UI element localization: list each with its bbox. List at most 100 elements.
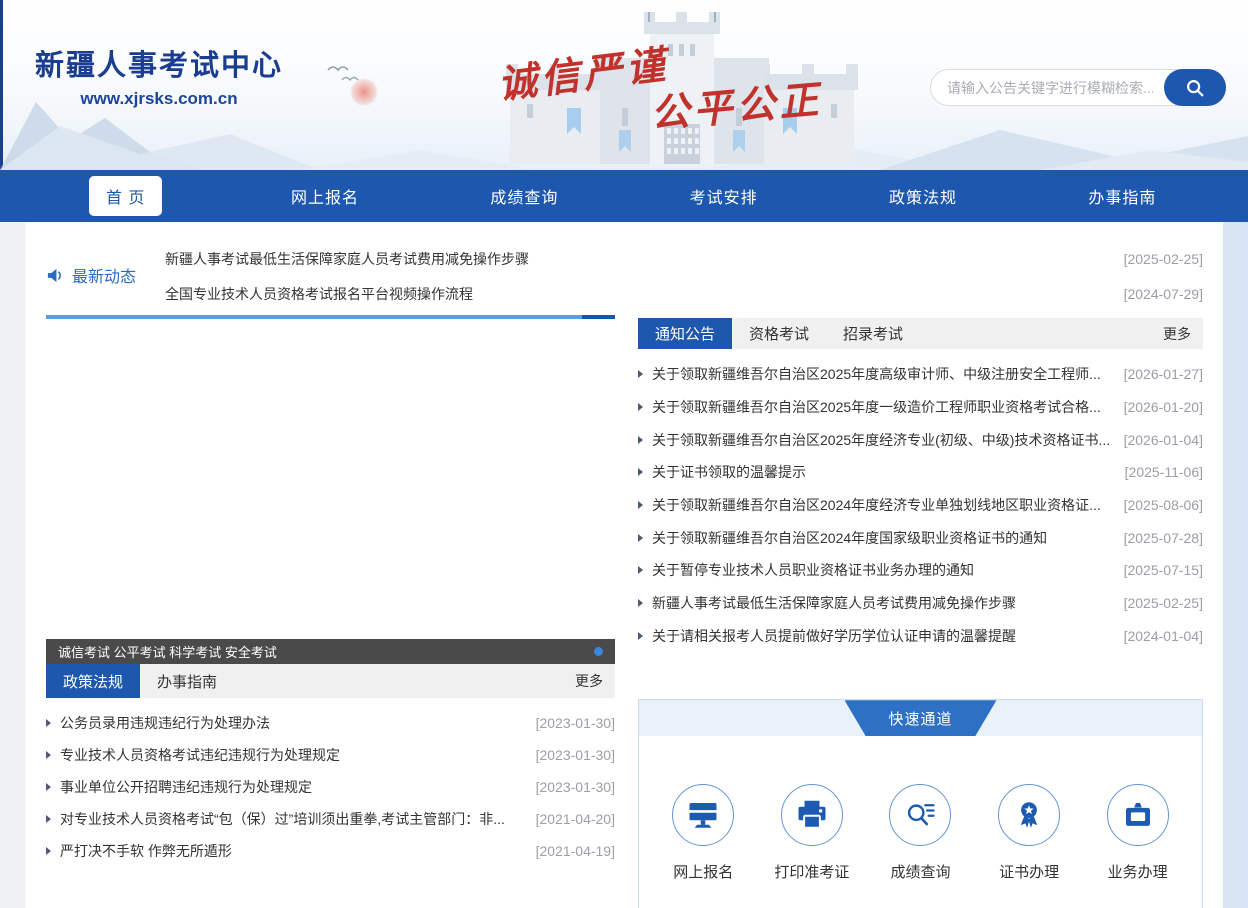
quick-item-print-admission-ticket[interactable]: 打印准考证 [758,784,867,882]
news-item: 新疆人事考试最低生活保障家庭人员考试费用减免操作步骤 [2025-02-25] [165,241,1203,276]
list-item: 关于领取新疆维吾尔自治区2025年度高级审计师、中级注册安全工程师... [20… [638,358,1203,391]
notice-link[interactable]: 关于领取新疆维吾尔自治区2024年度经济专业单独划线地区职业资格证... [652,495,1124,515]
nav-item-exam-schedule[interactable]: 考试安排 [690,184,758,208]
bullet-triangle-icon [638,403,643,411]
bullet-triangle-icon [46,751,51,759]
icon-circle [1107,784,1169,846]
search-icon [1184,77,1206,99]
site-url: www.xjrsks.com.cn [35,89,283,109]
quick-item-certificate-services[interactable]: 证书办理 [975,784,1084,882]
bullet-triangle-icon [638,566,643,574]
notice-link[interactable]: 关于请相关报考人员提前做好学历学位认证申请的温馨提醒 [652,626,1124,646]
list-item: 事业单位公开招聘违纪违规行为处理规定 [2023-01-30] [46,771,615,803]
bullet-triangle-icon [638,468,643,476]
notice-link[interactable]: 关于领取新疆维吾尔自治区2025年度一级造价工程师职业资格考试合格... [652,397,1124,417]
nav-item-service-guide[interactable]: 办事指南 [1088,184,1156,208]
quick-item-online-registration[interactable]: 网上报名 [649,784,758,882]
quick-channel-header: 快速通道 [639,700,1202,736]
bullet-triangle-icon [46,719,51,727]
bullet-triangle-icon [46,815,51,823]
carousel-caption: 诚信考试 公平考试 科学考试 安全考试 [58,642,277,661]
notice-date: [2025-02-25] [1124,595,1203,611]
policy-date: [2023-01-30] [536,715,615,731]
news-item: 全国专业技术人员资格考试报名平台视频操作流程 [2024-07-29] [165,276,1203,311]
notice-link[interactable]: 新疆人事考试最低生活保障家庭人员考试费用减免操作步骤 [652,593,1124,613]
policies-more-link[interactable]: 更多 [575,664,615,698]
nav-item-score-query[interactable]: 成绩查询 [490,184,558,208]
bullet-triangle-icon [638,370,643,378]
latest-news-title: 最新动态 [72,263,136,287]
list-item: 新疆人事考试最低生活保障家庭人员考试费用减免操作步骤 [2025-02-25] [638,587,1203,620]
bullet-triangle-icon [638,632,643,640]
list-item: 关于领取新疆维吾尔自治区2024年度经济专业单独划线地区职业资格证... [20… [638,489,1203,522]
search-button[interactable] [1164,69,1226,106]
quick-channel-panel: 快速通道 网上报名 [638,699,1203,908]
quick-item-label: 证书办理 [999,861,1059,882]
notices-more-link[interactable]: 更多 [1163,318,1203,349]
icon-circle [998,784,1060,846]
policies-tabbar: 政策法规 办事指南 更多 [46,664,615,698]
notice-link[interactable]: 关于暂停专业技术人员职业资格证书业务办理的通知 [652,560,1124,580]
policies-list: 公务员录用违规违纪行为处理办法 [2023-01-30] 专业技术人员资格考试违… [46,707,615,867]
tab-qualification-exams[interactable]: 资格考试 [732,318,826,349]
quick-item-score-query[interactable]: 成绩查询 [866,784,975,882]
list-item: 对专业技术人员资格考试“包（保）过”培训须出重拳,考试主管部门：非... [20… [46,803,615,835]
notices-list: 关于领取新疆维吾尔自治区2025年度高级审计师、中级注册安全工程师... [20… [638,358,1203,652]
notice-date: [2024-01-04] [1124,628,1203,644]
notices-tabbar: 通知公告 资格考试 招录考试 更多 [638,318,1203,349]
bullet-triangle-icon [46,783,51,791]
nav-item-policies[interactable]: 政策法规 [889,184,957,208]
policy-link[interactable]: 严打决不手软 作弊无所遁形 [60,841,536,861]
news-link[interactable]: 新疆人事考试最低生活保障家庭人员考试费用减免操作步骤 [165,249,1124,269]
tab-recruitment-exams[interactable]: 招录考试 [826,318,920,349]
latest-news-section: 最新动态 新疆人事考试最低生活保障家庭人员考试费用减免操作步骤 [2025-02… [46,222,1203,315]
quick-item-label: 打印准考证 [774,861,849,882]
list-item: 关于领取新疆维吾尔自治区2024年度国家级职业资格证书的通知 [2025-07-… [638,521,1203,554]
list-item: 关于请相关报考人员提前做好学历学位认证申请的温馨提醒 [2024-01-04] [638,620,1203,653]
notice-date: [2025-07-15] [1124,562,1203,578]
quick-item-label: 业务办理 [1108,861,1168,882]
search-box [930,69,1226,106]
list-item: 严打决不手软 作弊无所遁形 [2021-04-19] [46,835,615,867]
speaker-icon [46,266,65,285]
bullet-triangle-icon [638,599,643,607]
sun-decoration [350,78,378,106]
bullet-triangle-icon [46,847,51,855]
site-title: 新疆人事考试中心 [35,42,283,84]
list-item: 关于证书领取的温馨提示 [2025-11-06] [638,456,1203,489]
quick-channel-items: 网上报名 打印准考证 [639,784,1202,882]
quick-item-business-services[interactable]: 业务办理 [1083,784,1192,882]
site-logo: 新疆人事考试中心 www.xjrsks.com.cn [35,42,283,109]
policy-link[interactable]: 专业技术人员资格考试违纪违规行为处理规定 [60,745,536,765]
notice-link[interactable]: 关于领取新疆维吾尔自治区2025年度高级审计师、中级注册安全工程师... [652,364,1124,384]
policy-link[interactable]: 对专业技术人员资格考试“包（保）过”培训须出重拳,考试主管部门：非... [60,809,536,829]
list-item: 专业技术人员资格考试违纪违规行为处理规定 [2023-01-30] [46,739,615,771]
tab-notices[interactable]: 通知公告 [638,318,732,349]
quick-channel-title: 快速通道 [845,700,997,736]
carousel[interactable]: 诚信考试 公平考试 科学考试 安全考试 [46,319,615,664]
notice-link[interactable]: 关于领取新疆维吾尔自治区2024年度国家级职业资格证书的通知 [652,528,1124,548]
notice-link[interactable]: 关于证书领取的温馨提示 [652,462,1125,482]
policy-link[interactable]: 事业单位公开招聘违纪违规行为处理规定 [60,777,536,797]
policy-date: [2021-04-20] [536,811,615,827]
policy-link[interactable]: 公务员录用违规违纪行为处理办法 [60,713,536,733]
nav-item-online-registration[interactable]: 网上报名 [291,184,359,208]
quick-item-label: 成绩查询 [890,861,950,882]
notice-link[interactable]: 关于领取新疆维吾尔自治区2025年度经济专业(初级、中级)技术资格证书... [652,430,1124,450]
icon-circle [889,784,951,846]
right-column: 通知公告 资格考试 招录考试 更多 关于领取新疆维吾尔自治区2025年度高级审计… [638,315,1203,908]
news-link[interactable]: 全国专业技术人员资格考试报名平台视频操作流程 [165,284,1124,304]
bullet-triangle-icon [638,534,643,542]
carousel-dot-indicator[interactable] [594,647,603,656]
policy-date: [2023-01-30] [536,747,615,763]
list-item: 关于暂停专业技术人员职业资格证书业务办理的通知 [2025-07-15] [638,554,1203,587]
quick-item-label: 网上报名 [673,861,733,882]
icon-circle [781,784,843,846]
carousel-caption-bar: 诚信考试 公平考试 科学考试 安全考试 [46,639,615,664]
notice-date: [2025-11-06] [1125,464,1203,480]
list-item: 关于领取新疆维吾尔自治区2025年度经济专业(初级、中级)技术资格证书... [… [638,423,1203,456]
nav-item-home[interactable]: 首 页 [89,176,162,216]
tab-service-guide[interactable]: 办事指南 [140,664,234,698]
tab-policies[interactable]: 政策法规 [46,664,140,698]
main-nav: 首 页 网上报名 成绩查询 考试安排 政策法规 办事指南 [0,170,1248,222]
